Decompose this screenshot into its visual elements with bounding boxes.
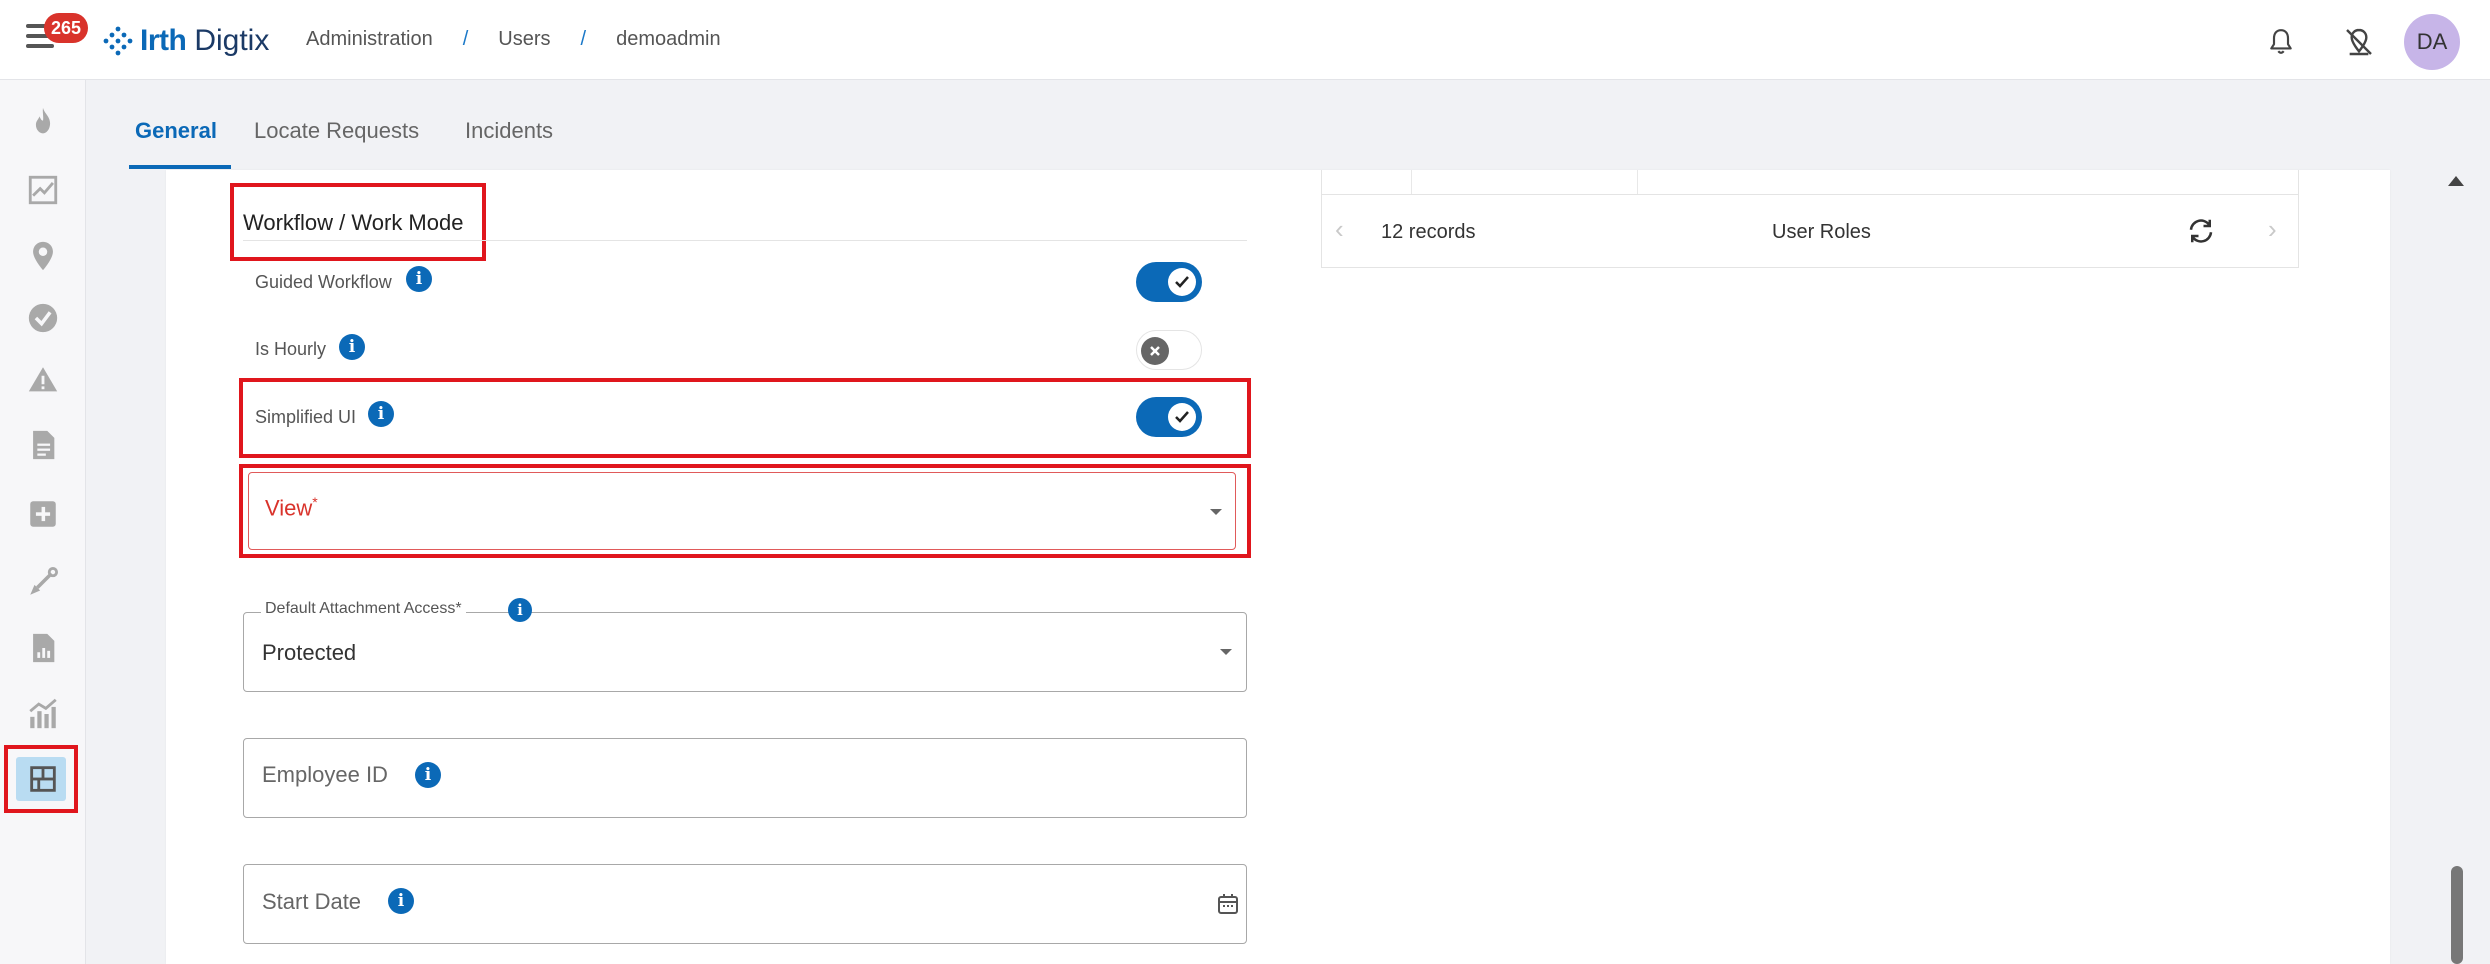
warning-icon bbox=[28, 367, 58, 392]
simplified-ui-info-icon[interactable]: i bbox=[368, 401, 394, 427]
default-attachment-access-select[interactable] bbox=[243, 612, 1247, 692]
logo-text-primary: Irth bbox=[140, 24, 187, 57]
table-footer-divider bbox=[1321, 194, 2299, 195]
report-icon bbox=[33, 633, 55, 663]
trending-chart-icon bbox=[28, 175, 58, 205]
breadcrumb-separator: / bbox=[580, 28, 587, 50]
sidebar-item-excavation[interactable] bbox=[0, 552, 86, 612]
start-date-info-icon[interactable]: i bbox=[388, 888, 414, 914]
view-select-label: View* bbox=[265, 494, 318, 521]
simplified-ui-toggle[interactable] bbox=[1136, 397, 1202, 437]
sidebar-item-reports[interactable] bbox=[0, 618, 86, 678]
tab-bar: General Locate Requests Incidents bbox=[86, 80, 2490, 170]
top-right-actions: DA bbox=[2228, 14, 2460, 70]
breadcrumb-separator: / bbox=[462, 28, 469, 50]
employee-id-field[interactable] bbox=[243, 738, 1247, 818]
scrollbar-track[interactable] bbox=[2450, 170, 2490, 964]
tab-incidents[interactable]: Incidents bbox=[465, 118, 553, 144]
flame-icon bbox=[35, 107, 51, 134]
default-attachment-access-value: Protected bbox=[262, 640, 357, 665]
guided-workflow-label: Guided Workflow bbox=[255, 272, 392, 292]
user-avatar[interactable]: DA bbox=[2404, 14, 2460, 70]
add-box-icon bbox=[30, 501, 56, 527]
app-logo[interactable]: Irth Digtix bbox=[102, 22, 269, 60]
chevron-down-icon bbox=[1220, 649, 1232, 655]
required-marker: * bbox=[455, 600, 462, 617]
check-circle-icon bbox=[28, 303, 58, 333]
is-hourly-label: Is Hourly bbox=[255, 339, 327, 359]
guided-workflow-toggle[interactable] bbox=[1136, 262, 1202, 302]
scroll-up-arrow-icon[interactable] bbox=[2448, 176, 2464, 186]
sidebar-item-trends[interactable] bbox=[0, 160, 86, 220]
sidebar-active-highlight bbox=[4, 745, 78, 813]
location-off-icon[interactable] bbox=[2334, 17, 2384, 67]
simplified-ui-label: Simplified UI bbox=[255, 407, 357, 427]
shovel-icon bbox=[30, 566, 59, 595]
notification-count-badge: 265 bbox=[44, 13, 88, 43]
default-attachment-access-label: Default Attachment Access* bbox=[261, 600, 466, 618]
logo-text-secondary: Digtix bbox=[194, 24, 270, 57]
is-hourly-info-icon[interactable]: i bbox=[339, 334, 365, 360]
close-icon bbox=[1150, 346, 1160, 356]
required-marker: * bbox=[312, 494, 318, 510]
breadcrumb-administration[interactable]: Administration bbox=[306, 28, 433, 51]
left-sidebar bbox=[0, 80, 86, 964]
document-icon bbox=[33, 430, 55, 460]
location-pin-icon bbox=[33, 241, 53, 271]
breadcrumb-users[interactable]: Users bbox=[498, 28, 550, 51]
top-bar: 265 Irth Digtix Administration / Users /… bbox=[0, 0, 2490, 80]
records-count: 12 records bbox=[1381, 221, 1476, 243]
employee-id-label: Employee ID bbox=[262, 762, 388, 787]
view-select[interactable] bbox=[248, 472, 1236, 550]
check-icon bbox=[1175, 411, 1189, 423]
table-row bbox=[1321, 170, 2299, 194]
content-panel bbox=[166, 170, 2390, 964]
sidebar-item-flame[interactable] bbox=[0, 92, 86, 152]
sidebar-item-add[interactable] bbox=[0, 484, 86, 544]
breadcrumb-current-user: demoadmin bbox=[616, 28, 721, 50]
is-hourly-toggle[interactable] bbox=[1136, 330, 1202, 370]
scrollbar-thumb[interactable] bbox=[2451, 866, 2463, 964]
start-date-label: Start Date bbox=[262, 889, 362, 914]
bell-icon[interactable] bbox=[2256, 17, 2306, 67]
active-tab-indicator bbox=[129, 165, 231, 169]
guided-workflow-info-icon[interactable]: i bbox=[406, 266, 432, 292]
analytics-icon bbox=[29, 698, 57, 729]
employee-id-info-icon[interactable]: i bbox=[415, 762, 441, 788]
sidebar-item-completed[interactable] bbox=[0, 288, 86, 348]
calendar-icon[interactable] bbox=[1216, 892, 1240, 916]
sidebar-item-analytics[interactable] bbox=[0, 684, 86, 744]
user-roles-title: User Roles bbox=[1772, 221, 1871, 243]
chevron-right-icon[interactable]: › bbox=[2268, 214, 2277, 245]
chevron-down-icon bbox=[1210, 509, 1222, 515]
tab-general[interactable]: General bbox=[135, 118, 217, 144]
refresh-icon[interactable] bbox=[2186, 216, 2216, 246]
sidebar-item-locations[interactable] bbox=[0, 226, 86, 286]
breadcrumb: Administration / Users / demoadmin bbox=[306, 28, 721, 51]
logo-mark-icon bbox=[103, 26, 133, 56]
sidebar-item-incidents[interactable] bbox=[0, 350, 86, 410]
default-attachment-access-info-icon[interactable]: i bbox=[508, 598, 532, 622]
chevron-left-icon[interactable]: ‹ bbox=[1335, 214, 1344, 245]
section-divider bbox=[243, 240, 1247, 241]
sidebar-item-documents[interactable] bbox=[0, 415, 86, 475]
section-title: Workflow / Work Mode bbox=[243, 210, 464, 235]
check-icon bbox=[1175, 276, 1189, 288]
tab-locate-requests[interactable]: Locate Requests bbox=[254, 118, 419, 144]
